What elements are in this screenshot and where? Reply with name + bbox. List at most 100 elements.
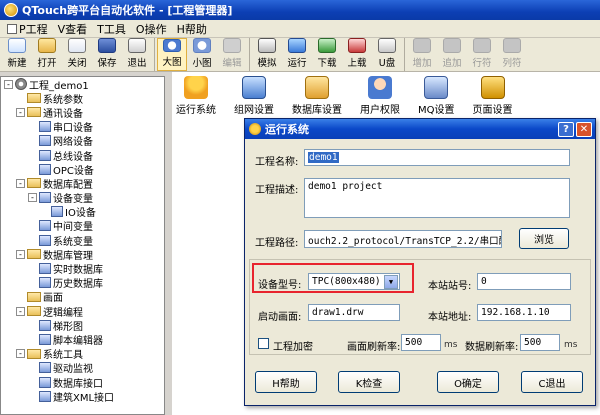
station-no-field[interactable]: 0 <box>477 273 571 290</box>
project-name-field[interactable]: demo1 <box>304 149 570 166</box>
tree-item-label: 画面 <box>43 293 63 305</box>
menu-project[interactable]: P工程 <box>2 21 53 37</box>
run-button[interactable]: 运行 <box>282 38 312 71</box>
tree-expander-icon[interactable]: - <box>16 306 25 316</box>
folder-icon <box>27 178 41 189</box>
menu-tools[interactable]: T工具 <box>92 21 131 37</box>
save-button[interactable]: 保存 <box>92 38 122 71</box>
tree-item[interactable]: 数据库接口 <box>1 375 164 390</box>
tree-item-label: 数据库管理 <box>43 250 93 262</box>
tree-item[interactable]: - 数据库配置 <box>1 176 164 191</box>
page-settings-item[interactable]: 页面设置 <box>473 72 513 116</box>
tree-item[interactable]: 驱动监视 <box>1 361 164 375</box>
tree-item[interactable]: - 设备变量 <box>1 191 164 205</box>
tree-item-label: 通讯设备 <box>43 108 83 120</box>
tree-expander-icon[interactable]: - <box>28 193 37 203</box>
download-button[interactable]: 下载 <box>312 38 342 71</box>
browse-button[interactable]: 浏览 <box>519 228 569 249</box>
new-icon <box>8 38 26 53</box>
device-model-select[interactable]: TPC(800x480) ▼ <box>308 273 400 290</box>
tree-item[interactable]: - 系统工具 <box>1 347 164 361</box>
tree-node-icon <box>39 220 51 232</box>
user-permissions-item[interactable]: 用户权限 <box>360 72 400 116</box>
open-button[interactable]: 打开 <box>32 38 62 71</box>
station-addr-field[interactable]: 192.168.1.10 <box>477 304 571 321</box>
tree-item[interactable]: IO设备 <box>1 205 164 219</box>
edit-button[interactable]: 编辑 <box>217 38 247 71</box>
tree-item-label: 系统工具 <box>43 350 83 362</box>
menu-help[interactable]: H帮助 <box>172 21 212 37</box>
run-system-item[interactable]: 运行系统 <box>176 72 216 116</box>
tree-item[interactable]: 梯形图 <box>1 318 164 333</box>
help-button[interactable]: H帮助 <box>255 371 317 393</box>
tree-item[interactable]: 网络设备 <box>1 134 164 148</box>
screen-refresh-unit: ms <box>444 340 458 350</box>
add-button[interactable]: 增加 <box>407 38 437 71</box>
tree-item[interactable]: 总线设备 <box>1 148 164 163</box>
tree-expander-icon[interactable]: - <box>16 349 25 359</box>
tree-item[interactable]: - 逻辑编程 <box>1 304 164 319</box>
menu-operate[interactable]: O操作 <box>131 21 172 37</box>
encrypt-checkbox[interactable] <box>258 338 269 349</box>
tree-item[interactable]: 系统参数 <box>1 91 164 106</box>
row-button[interactable]: 行符 <box>467 38 497 71</box>
close-button[interactable]: 关闭 <box>62 38 92 71</box>
tree-item[interactable]: 实时数据库 <box>1 261 164 276</box>
tree-expander-icon[interactable]: - <box>16 107 25 117</box>
append-button[interactable]: 追加 <box>437 38 467 71</box>
project-path-field[interactable]: ouch2.2_protocol/TransTCP_2.2/串口配置透传 <box>304 230 502 248</box>
new-button[interactable]: 新建 <box>2 38 32 71</box>
folder-icon <box>27 291 41 302</box>
tree-item-label: 系统变量 <box>53 236 93 248</box>
mq-settings-item[interactable]: MQ设置 <box>418 72 455 116</box>
exit-button[interactable]: 退出 <box>122 38 152 71</box>
tree-item[interactable]: - 通讯设备 <box>1 105 164 120</box>
database-icon <box>305 76 329 99</box>
tree-node-icon <box>39 277 51 289</box>
tree-expander-icon[interactable]: - <box>4 79 13 89</box>
save-icon <box>98 38 116 53</box>
tree-expander-icon[interactable]: - <box>16 249 25 259</box>
udisk-icon <box>378 38 396 53</box>
tree-item[interactable]: - 数据库管理 <box>1 247 164 262</box>
large-icon-button[interactable]: 大图 <box>157 38 187 71</box>
tree-item-label: 逻辑编程 <box>43 307 83 319</box>
tree-item[interactable]: 建筑XML接口 <box>1 389 164 404</box>
upload-button[interactable]: 上载 <box>342 38 372 71</box>
folder-icon <box>27 93 41 104</box>
append-icon <box>443 38 461 53</box>
start-screen-field[interactable]: draw1.drw <box>308 304 400 321</box>
dialog-close-button[interactable]: ✕ <box>576 121 592 137</box>
toolbar: 新建 打开 关闭 保存 退出 大图 小图 编辑 模拟 运行 下载 上载 U盘 增… <box>0 38 600 72</box>
project-name-label: 工程名称: <box>255 157 299 168</box>
check-button[interactable]: K检查 <box>338 371 400 393</box>
network-settings-item[interactable]: 组网设置 <box>234 72 274 116</box>
folder-icon <box>27 249 41 260</box>
screen-refresh-field[interactable]: 500 <box>401 334 441 351</box>
chevron-down-icon: ▼ <box>384 275 398 289</box>
small-icon-button[interactable]: 小图 <box>187 38 217 71</box>
tree-item[interactable]: OPC设备 <box>1 162 164 177</box>
tree-item[interactable]: 串口设备 <box>1 120 164 134</box>
project-desc-field[interactable]: demo1 project <box>304 178 570 218</box>
tree-item[interactable]: 历史数据库 <box>1 276 164 290</box>
project-menu-icon <box>7 23 17 34</box>
tree-item[interactable]: 中间变量 <box>1 219 164 233</box>
data-refresh-field[interactable]: 500 <box>520 334 560 351</box>
tree-item[interactable]: - 工程_demo1 <box>1 77 164 92</box>
ok-button[interactable]: O确定 <box>437 371 499 393</box>
dialog-help-button[interactable]: ? <box>558 121 574 137</box>
database-settings-item[interactable]: 数据库设置 <box>292 72 342 116</box>
tree-expander-icon[interactable]: - <box>16 178 25 188</box>
tree-item[interactable]: 画面 <box>1 290 164 304</box>
cancel-button[interactable]: C退出 <box>521 371 583 393</box>
tree-item-label: 建筑XML接口 <box>53 392 115 404</box>
splitter[interactable] <box>165 72 172 415</box>
tree-item[interactable]: 系统变量 <box>1 233 164 248</box>
column-button[interactable]: 列符 <box>497 38 527 71</box>
tree-item[interactable]: 脚本编辑器 <box>1 332 164 347</box>
simulate-button[interactable]: 模拟 <box>252 38 282 71</box>
project-desc-label: 工程描述: <box>255 185 299 196</box>
menu-view[interactable]: V查看 <box>53 21 93 37</box>
udisk-button[interactable]: U盘 <box>372 38 402 71</box>
